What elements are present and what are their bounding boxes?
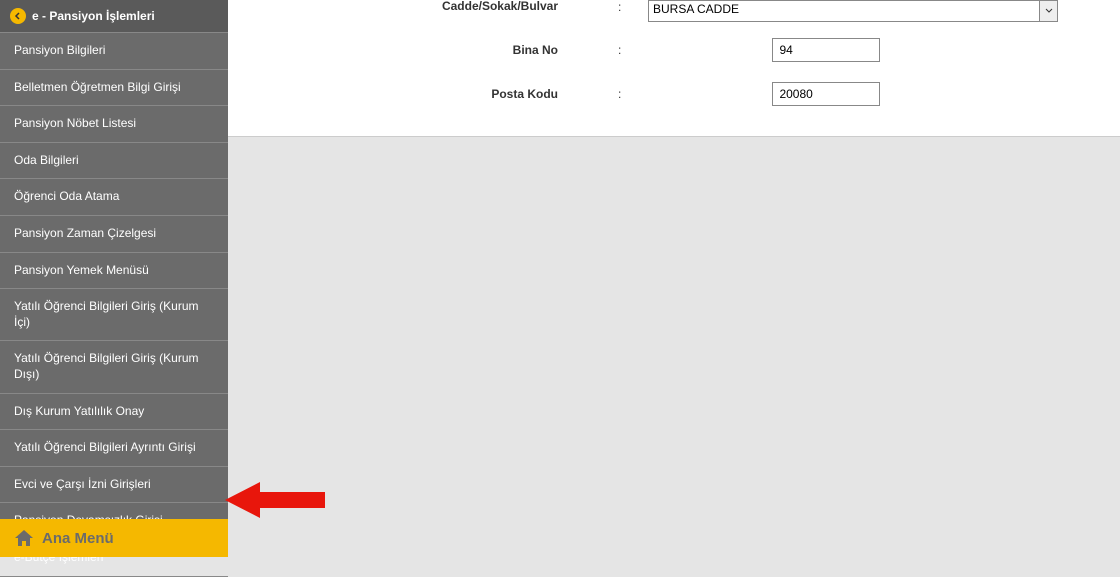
cadde-label: Cadde/Sokak/Bulvar [228,0,618,12]
form-row-bina: Bina No : [228,28,1120,72]
bina-input[interactable] [772,38,880,62]
sidebar-item-yatili-kurum-disi[interactable]: Yatılı Öğrenci Bilgileri Giriş (Kurum Dı… [0,341,228,393]
sidebar-item-oda-bilgileri[interactable]: Oda Bilgileri [0,143,228,180]
cadde-select[interactable]: BURSA CADDE [648,0,1058,22]
sidebar: e - Pansiyon İşlemleri Pansiyon Bilgiler… [0,0,228,557]
sidebar-item-yatili-ayrinti[interactable]: Yatılı Öğrenci Bilgileri Ayrıntı Girişi [0,430,228,467]
form-row-posta: Posta Kodu : [228,72,1120,116]
chevron-down-icon [1039,1,1057,21]
cadde-value: BURSA CADDE [653,2,739,16]
posta-label: Posta Kodu [228,87,618,101]
sidebar-item-belletmen[interactable]: Belletmen Öğretmen Bilgi Girişi [0,70,228,107]
colon: : [618,0,648,14]
sidebar-item-dis-kurum-onay[interactable]: Dış Kurum Yatılılık Onay [0,394,228,431]
form-row-cadde: Cadde/Sokak/Bulvar : BURSA CADDE [228,0,1120,28]
sidebar-header-label: e - Pansiyon İşlemleri [32,9,155,23]
colon: : [618,43,648,57]
colon: : [618,87,648,101]
home-icon [14,529,34,547]
arrow-left-icon [10,8,26,24]
sidebar-item-yatili-kurum-ici[interactable]: Yatılı Öğrenci Bilgileri Giriş (Kurum İç… [0,289,228,341]
posta-input[interactable] [772,82,880,106]
form-area: Cadde/Sokak/Bulvar : BURSA CADDE Bina No… [228,0,1120,137]
sidebar-item-nobet-listesi[interactable]: Pansiyon Nöbet Listesi [0,106,228,143]
home-button[interactable]: Ana Menü [0,519,228,557]
sidebar-header[interactable]: e - Pansiyon İşlemleri [0,0,228,33]
content-area: Cadde/Sokak/Bulvar : BURSA CADDE Bina No… [228,0,1120,557]
sidebar-item-pansiyon-bilgileri[interactable]: Pansiyon Bilgileri [0,33,228,70]
sidebar-item-yemek-menusu[interactable]: Pansiyon Yemek Menüsü [0,253,228,290]
sidebar-item-evci-carsi[interactable]: Evci ve Çarşı İzni Girişleri [0,467,228,504]
annotation-arrow [225,480,325,525]
sidebar-item-ogrenci-oda[interactable]: Öğrenci Oda Atama [0,179,228,216]
sidebar-item-zaman-cizelgesi[interactable]: Pansiyon Zaman Çizelgesi [0,216,228,253]
home-label: Ana Menü [42,530,114,547]
bina-label: Bina No [228,43,618,57]
